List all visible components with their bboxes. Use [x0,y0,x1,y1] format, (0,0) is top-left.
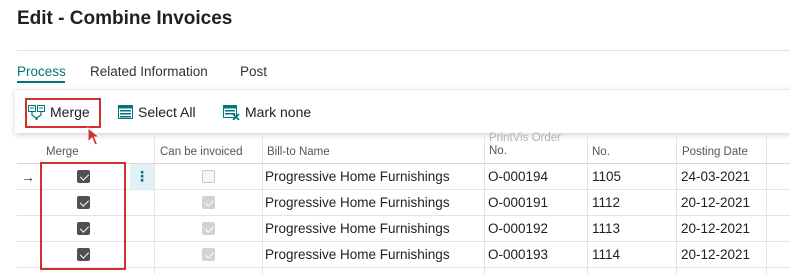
posting-date-cell[interactable]: 20-12-2021 [681,190,750,215]
column-header-printvis-order-no[interactable]: PrintVis Order No. [489,132,562,164]
merge-checkbox[interactable] [77,170,90,183]
posting-date-cell[interactable]: 24-03-2021 [681,164,750,189]
merge-checkbox-cell[interactable] [77,190,90,215]
column-header-can-be-invoiced[interactable]: Can be invoiced [160,134,242,164]
invoice-grid: Merge Can be invoiced Bill-to Name Print… [17,132,790,278]
mark-none-button[interactable]: Mark none [223,90,311,134]
no-cell[interactable]: 1112 [592,190,620,215]
merge-icon [28,104,45,120]
merge-checkbox-cell[interactable] [77,216,90,241]
printvis-order-no-cell[interactable]: O-000192 [488,216,548,241]
table-row[interactable]: Progressive Home Furnishings O-000193 1114… [17,242,790,268]
can-be-invoiced-cell [202,242,215,267]
can-be-invoiced-checkbox [202,170,215,183]
merge-button-label: Merge [50,104,90,120]
table-row[interactable]: Progressive Home Furnishings O-000191 1112… [17,190,790,216]
merge-checkbox-cell[interactable] [77,242,90,267]
column-header-no[interactable]: No. [592,134,610,164]
bill-to-name-cell[interactable]: Progressive Home Furnishings [265,216,450,241]
can-be-invoiced-cell [202,190,215,215]
bill-to-name-cell[interactable]: Progressive Home Furnishings [265,190,450,215]
column-header-printvis-line1: PrintVis Order [489,132,562,144]
select-all-label: Select All [138,104,196,120]
no-cell[interactable]: 1113 [592,216,620,241]
active-tab-indicator [17,81,65,83]
can-be-invoiced-cell [202,164,215,189]
merge-checkbox[interactable] [77,196,90,209]
mark-none-label: Mark none [245,104,312,120]
row-actions-menu-icon[interactable]: ⋮ [130,164,154,189]
merge-checkbox[interactable] [77,248,90,261]
can-be-invoiced-cell [202,216,215,241]
column-header-posting-date[interactable]: Posting Date [682,134,748,164]
tab-related-information[interactable]: Related Information [90,64,208,79]
tab-process[interactable]: Process [17,64,66,79]
printvis-order-no-cell[interactable]: O-000193 [488,242,548,267]
no-cell[interactable]: 1114 [592,242,620,267]
posting-date-cell[interactable]: 20-12-2021 [681,242,750,267]
column-header-merge[interactable]: Merge [46,134,79,164]
table-row[interactable]: Progressive Home Furnishings O-000192 1113… [17,216,790,242]
current-row-arrow-icon: → [21,168,35,185]
divider [17,50,790,51]
page-title: Edit - Combine Invoices [17,8,233,29]
merge-checkbox[interactable] [77,222,90,235]
table-row[interactable]: → ⋮ Progressive Home Furnishings O-000194 11… [17,164,790,190]
column-header-printvis-line2: No. [489,145,507,157]
printvis-order-no-cell[interactable]: O-000191 [488,190,548,215]
can-be-invoiced-checkbox [202,222,215,235]
action-ribbon: Merge Select All Mark none [15,89,790,133]
merge-checkbox-cell[interactable] [77,164,90,189]
select-all-button[interactable]: Select All [118,90,196,134]
tab-post[interactable]: Post [240,64,267,79]
bill-to-name-cell[interactable]: Progressive Home Furnishings [265,164,450,189]
can-be-invoiced-checkbox [202,248,215,261]
posting-date-cell[interactable]: 20-12-2021 [681,216,750,241]
mark-none-icon [223,104,240,120]
can-be-invoiced-checkbox [202,196,215,209]
column-header-bill-to-name[interactable]: Bill-to Name [267,134,330,164]
bill-to-name-cell[interactable]: Progressive Home Furnishings [265,242,450,267]
no-cell[interactable]: 1105 [592,164,621,189]
printvis-order-no-cell[interactable]: O-000194 [488,164,548,189]
select-all-icon [118,105,133,119]
merge-button[interactable]: Merge [28,90,90,134]
